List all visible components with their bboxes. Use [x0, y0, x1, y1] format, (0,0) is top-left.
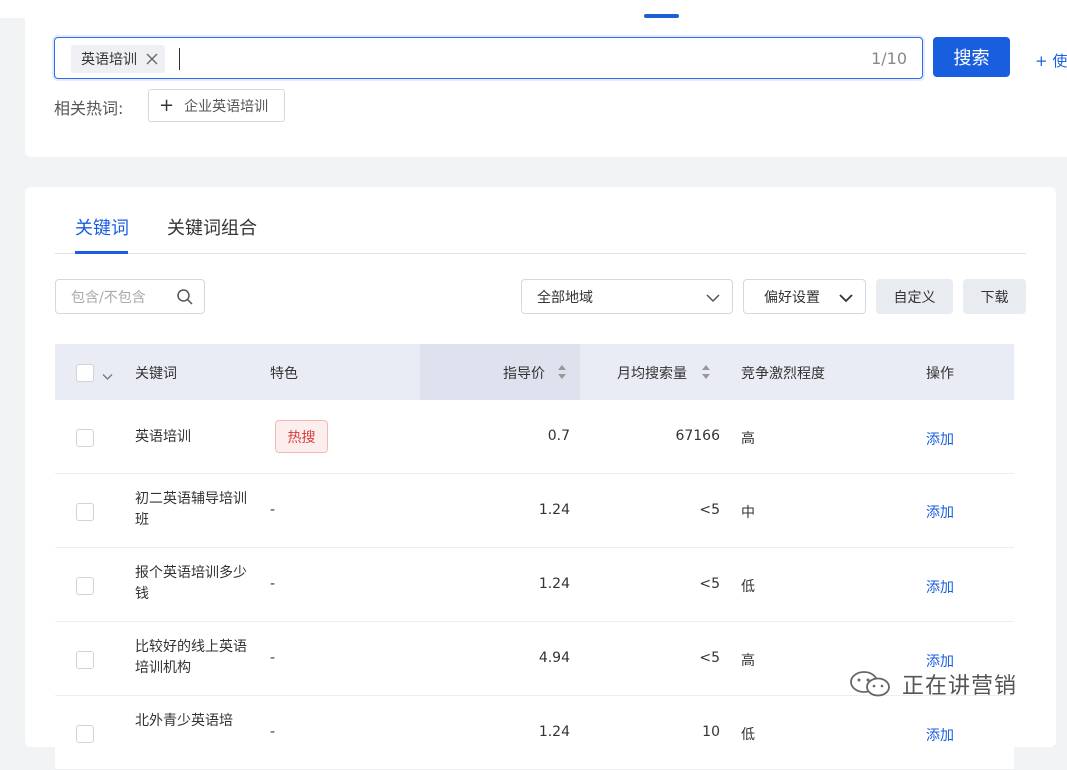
row-checkbox[interactable]: [76, 651, 94, 669]
add-button[interactable]: 添加: [926, 725, 954, 745]
column-header-feature: 特色: [270, 366, 298, 382]
volume-cell: 10: [702, 724, 720, 740]
competition-cell: 中: [741, 505, 755, 521]
column-header-keyword: 关键词: [135, 366, 177, 382]
column-header-competition: 竞争激烈程度: [741, 366, 825, 382]
download-button[interactable]: 下载: [963, 279, 1026, 314]
table-row: 初二英语辅导培训班 - 1.24 <5 中 添加: [55, 474, 1014, 548]
search-tag: 英语培训: [71, 45, 165, 73]
filter-placeholder: 包含/不包含: [71, 289, 146, 306]
price-cell: 1.24: [538, 724, 570, 740]
search-button[interactable]: 搜索: [933, 37, 1010, 77]
top-nav-bar: [0, 0, 1067, 18]
keyword-cell: 报个英语培训多少钱: [135, 565, 247, 602]
watermark: 正在讲营销: [848, 668, 1017, 700]
feature-cell: -: [270, 650, 276, 666]
region-select-value: 全部地域: [537, 289, 593, 306]
related-keyword-chip[interactable]: + 企业英语培训: [148, 89, 285, 122]
select-all-checkbox[interactable]: [76, 364, 94, 382]
keyword-table: 关键词 特色 指导价 月均搜索量 竞争激烈程度 操作 英语培训 热搜 0.7 6…: [55, 344, 1014, 770]
keyword-cell: 初二英语辅导培训班: [135, 491, 247, 528]
table-row: 北外青少英语培 - 1.24 10 低 添加: [55, 696, 1014, 770]
price-cell: 1.24: [538, 502, 570, 518]
competition-cell: 高: [741, 653, 755, 669]
tag-count: 1/10: [871, 49, 907, 68]
preference-select-label: 偏好设置: [764, 289, 820, 306]
plus-icon: +: [159, 95, 175, 116]
add-button[interactable]: 添加: [926, 502, 954, 522]
wechat-icon: [850, 671, 890, 697]
competition-cell: 低: [741, 727, 755, 743]
table-row: 英语培训 热搜 0.7 67166 高 添加: [55, 400, 1014, 474]
preference-settings-select[interactable]: 偏好设置: [743, 279, 866, 314]
region-select[interactable]: 全部地域: [521, 279, 733, 314]
table-row: 报个英语培训多少钱 - 1.24 <5 低 添加: [55, 548, 1014, 622]
tab-keywords[interactable]: 关键词: [75, 214, 129, 240]
close-icon[interactable]: [145, 52, 159, 66]
extra-option-link[interactable]: + 使: [1035, 50, 1067, 71]
watermark-text: 正在讲营销: [902, 674, 1018, 699]
keyword-search-input[interactable]: 英语培训 1/10: [54, 37, 923, 79]
custom-button[interactable]: 自定义: [876, 279, 953, 314]
related-keyword-label: 企业英语培训: [184, 98, 269, 115]
feature-cell: -: [270, 576, 276, 592]
row-checkbox[interactable]: [76, 429, 94, 447]
volume-cell: <5: [699, 502, 720, 518]
search-panel: 英语培训 1/10 搜索 + 使 相关热词: + 企业英语培训: [25, 18, 1067, 157]
chevron-down-icon: [839, 291, 853, 307]
volume-cell: <5: [699, 576, 720, 592]
add-button[interactable]: 添加: [926, 577, 954, 597]
related-hot-words-label: 相关热词:: [54, 99, 124, 118]
price-cell: 1.24: [538, 576, 570, 592]
search-icon[interactable]: [176, 288, 194, 310]
text-cursor: [179, 48, 180, 70]
sorted-column-highlight: [420, 344, 580, 400]
column-header-price[interactable]: 指导价: [503, 363, 545, 383]
row-checkbox[interactable]: [76, 503, 94, 521]
include-exclude-filter-input[interactable]: 包含/不包含: [55, 279, 205, 314]
competition-cell: 低: [741, 579, 755, 595]
sort-icon[interactable]: [557, 364, 567, 380]
keyword-cell: 英语培训: [135, 429, 191, 445]
tab-bar: 关键词 关键词组合: [55, 187, 1026, 254]
price-cell: 0.7: [547, 428, 570, 444]
feature-cell: -: [270, 502, 276, 518]
hot-search-badge: 热搜: [275, 420, 328, 453]
active-tab-underline: [75, 251, 128, 254]
row-checkbox[interactable]: [76, 725, 94, 743]
search-tag-label: 英语培训: [81, 52, 137, 68]
volume-cell: 67166: [675, 428, 720, 444]
tab-keyword-combos[interactable]: 关键词组合: [167, 214, 257, 240]
competition-cell: 高: [741, 431, 755, 447]
volume-cell: <5: [699, 650, 720, 666]
column-header-action: 操作: [926, 366, 954, 382]
keyword-results-panel: 关键词 关键词组合 包含/不包含 全部地域 偏好设置 自定义 下载 关键词 特色: [25, 187, 1056, 770]
row-checkbox[interactable]: [76, 577, 94, 595]
keyword-cell: 比较好的线上英语培训机构: [135, 639, 247, 676]
table-header: 关键词 特色 指导价 月均搜索量 竞争激烈程度 操作: [55, 344, 1014, 400]
add-button[interactable]: 添加: [926, 429, 954, 449]
chevron-down-icon: [706, 291, 720, 307]
chevron-down-icon[interactable]: [102, 366, 113, 385]
column-header-volume[interactable]: 月均搜索量: [617, 363, 687, 383]
feature-cell: -: [270, 724, 276, 740]
sort-icon[interactable]: [701, 364, 711, 380]
price-cell: 4.94: [538, 650, 570, 666]
keyword-cell: 北外青少英语培: [135, 713, 233, 729]
